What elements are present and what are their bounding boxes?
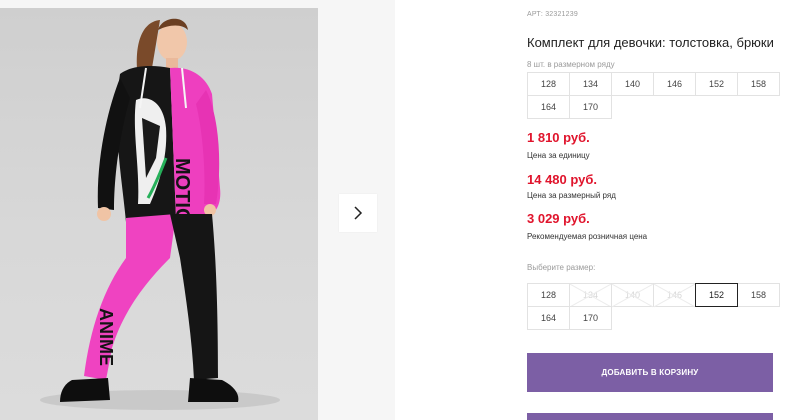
product-photo-illustration: MOTION ANIME bbox=[40, 18, 280, 410]
pack-size-cell: 170 bbox=[569, 95, 612, 119]
size-option-164[interactable]: 164 bbox=[527, 306, 570, 330]
size-option-128[interactable]: 128 bbox=[527, 283, 570, 307]
pack-size-cell: 146 bbox=[653, 72, 696, 96]
product-title: Комплект для девочки: толстовка, брюки bbox=[527, 35, 774, 50]
pack-size-cell: 134 bbox=[569, 72, 612, 96]
product-photo: MOTION ANIME bbox=[0, 8, 318, 420]
add-to-cart-button[interactable]: ДОБАВИТЬ В КОРЗИНУ bbox=[527, 353, 773, 392]
unit-price: 1 810 руб. bbox=[527, 130, 590, 145]
pack-sizes-grid: 128 134 140 146 152 158 164 170 bbox=[527, 72, 780, 119]
size-option-158[interactable]: 158 bbox=[737, 283, 780, 307]
pack-size-cell: 158 bbox=[737, 72, 780, 96]
size-selector: 128 134 140 146 152 158 164 170 bbox=[527, 283, 780, 330]
retail-price: 3 029 руб. bbox=[527, 211, 590, 226]
size-option-152[interactable]: 152 bbox=[695, 283, 738, 307]
size-option-170[interactable]: 170 bbox=[569, 306, 612, 330]
pack-size-cell: 128 bbox=[527, 72, 570, 96]
secondary-action-button[interactable] bbox=[527, 413, 773, 420]
size-option-146: 146 bbox=[653, 283, 696, 307]
next-image-button[interactable] bbox=[339, 194, 377, 232]
pack-price: 14 480 руб. bbox=[527, 172, 598, 187]
pants-print-text: ANIME bbox=[96, 308, 116, 366]
size-option-140: 140 bbox=[611, 283, 654, 307]
chevron-right-icon bbox=[354, 206, 363, 220]
pack-price-label: Цена за размерный ряд bbox=[527, 191, 616, 200]
pack-size-cell: 140 bbox=[611, 72, 654, 96]
pack-size-cell: 164 bbox=[527, 95, 570, 119]
size-option-134: 134 bbox=[569, 283, 612, 307]
size-select-hint: Выберите размер: bbox=[527, 263, 596, 272]
pack-sizes-hint: 8 шт. в размерном ряду bbox=[527, 60, 615, 69]
pack-size-cell: 152 bbox=[695, 72, 738, 96]
unit-price-label: Цена за единицу bbox=[527, 151, 590, 160]
article-number: АРТ: 32321239 bbox=[527, 11, 578, 18]
product-gallery: MOTION ANIME bbox=[0, 0, 395, 420]
retail-price-label: Рекомендуемая розничная цена bbox=[527, 232, 648, 241]
